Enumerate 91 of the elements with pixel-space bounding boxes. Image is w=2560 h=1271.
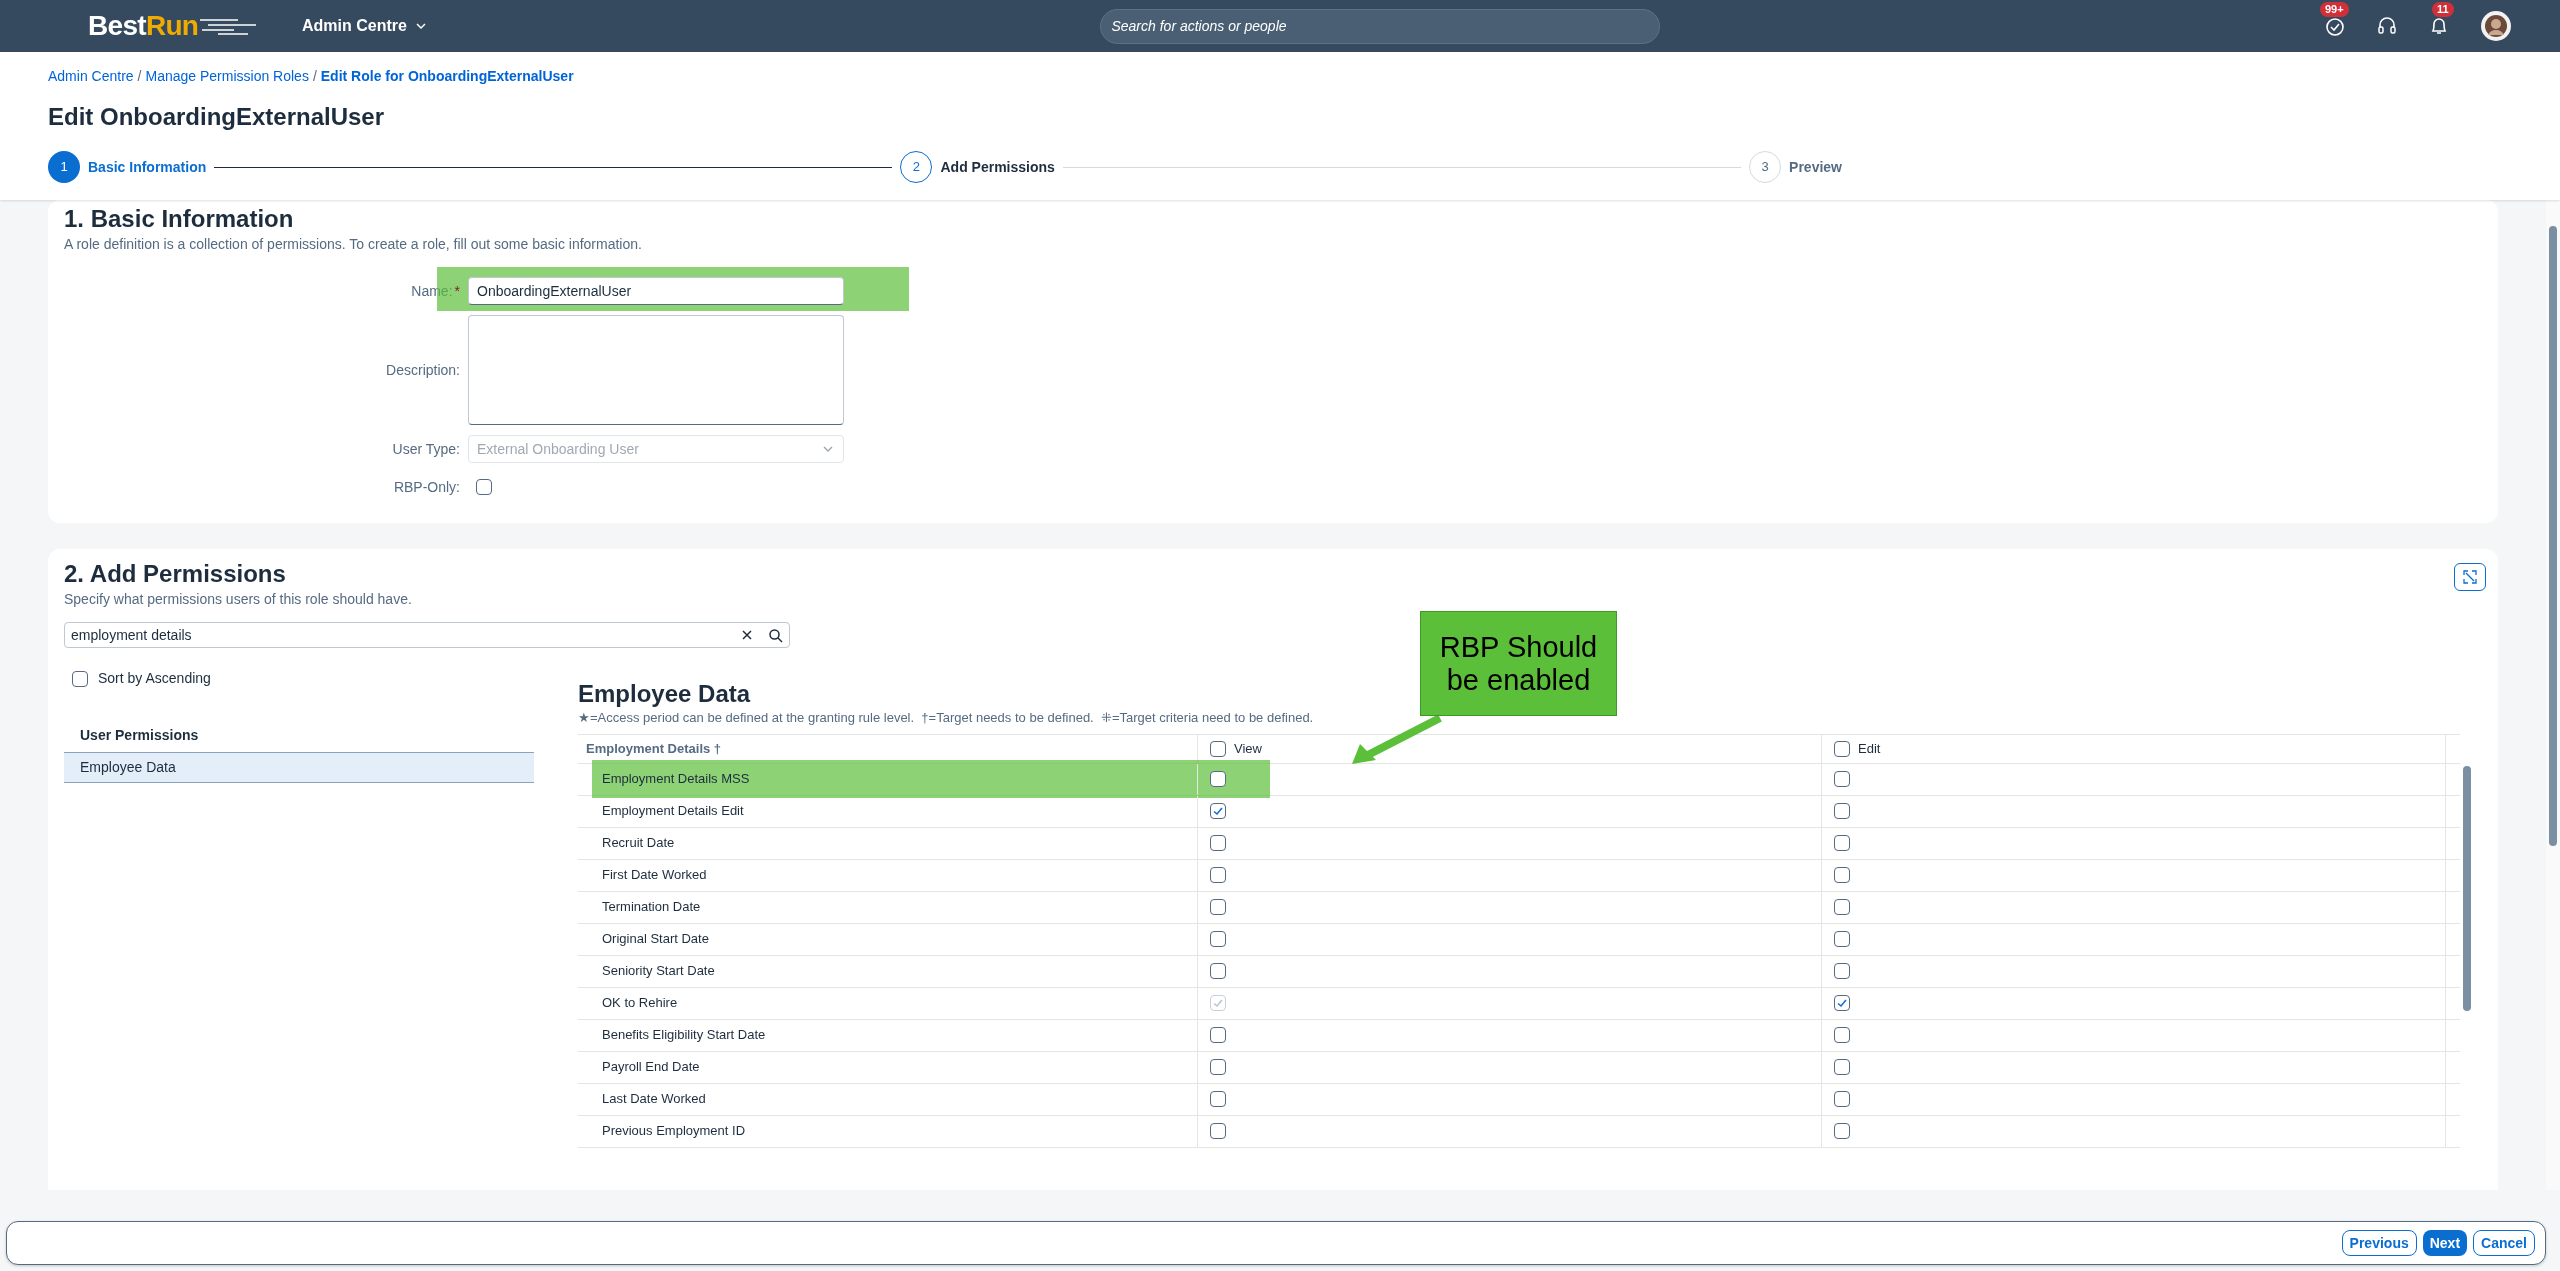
field-label: Description: (386, 360, 460, 380)
checkbox[interactable] (1834, 931, 1850, 947)
breadcrumb-separator: / (312, 67, 317, 86)
row-label: First Date Worked (602, 866, 707, 885)
callout-box: RBP Should be enabled (1420, 611, 1617, 716)
checkbox[interactable] (1834, 867, 1850, 883)
checkbox[interactable] (1210, 899, 1226, 915)
breadcrumb-link[interactable]: Admin Centre (48, 66, 134, 87)
row-label: Last Date Worked (602, 1090, 706, 1109)
admin-centre-menu[interactable]: Admin Centre (302, 14, 427, 38)
checkbox[interactable] (1210, 1123, 1226, 1139)
checkbox[interactable] (1210, 835, 1226, 851)
step-number: 2 (900, 151, 933, 183)
panel-title: Employee Data (578, 680, 752, 708)
checkbox[interactable] (1210, 963, 1226, 979)
column-header: Edit (1858, 739, 1881, 758)
permission-list-item[interactable]: Employee Data (64, 753, 534, 783)
checkbox[interactable] (1834, 995, 1850, 1011)
notification-badge: 11 (2432, 2, 2454, 17)
section-heading: 1. Basic Information (64, 204, 295, 234)
checkbox[interactable] (1210, 1027, 1226, 1043)
secondary-button[interactable]: Cancel (2473, 1230, 2535, 1256)
clear-icon[interactable] (740, 628, 754, 642)
check-circle-icon[interactable] (2324, 15, 2346, 37)
checkbox[interactable] (1210, 771, 1226, 787)
chevron-down-icon (414, 20, 427, 32)
required-mark: * (454, 284, 460, 298)
breadcrumb-separator: / (137, 67, 142, 86)
checkbox[interactable] (1834, 1027, 1850, 1043)
row-label: Benefits Eligibility Start Date (602, 1026, 766, 1045)
check-icon (1836, 997, 1848, 1009)
checkbox[interactable] (1210, 867, 1226, 883)
checkbox[interactable] (1210, 1059, 1226, 1075)
row-label: Employment Details MSS (602, 770, 750, 789)
select-all-checkbox[interactable] (1834, 740, 1850, 757)
sort-checkbox[interactable] (72, 670, 88, 687)
check-icon (1212, 805, 1224, 817)
field-label: User Type: (392, 439, 460, 459)
wizard-step[interactable]: 3 Preview (1749, 151, 1842, 183)
expand-icon (2462, 569, 2478, 585)
page-title: Edit OnboardingExternalUser (48, 102, 386, 132)
checkbox[interactable] (1210, 803, 1226, 819)
checkbox[interactable] (1210, 931, 1226, 947)
headset-icon[interactable] (2376, 15, 2398, 37)
checkbox[interactable] (1834, 899, 1850, 915)
field-label: RBP-Only: (393, 477, 460, 497)
select-all-checkbox[interactable] (1210, 740, 1226, 757)
row-label: Original Start Date (602, 930, 709, 949)
primary-button[interactable]: Next (2422, 1230, 2468, 1256)
notification-badge: 99+ (2320, 2, 2349, 17)
row-label: Employment Details Edit (602, 802, 744, 821)
fullscreen-button[interactable] (2454, 563, 2486, 591)
wizard-step[interactable]: 1 Basic Information (48, 151, 207, 183)
checkbox[interactable] (1834, 835, 1850, 851)
checkbox[interactable] (1834, 803, 1850, 819)
name-field[interactable]: OnboardingExternalUser (468, 277, 844, 305)
row-label: Payroll End Date (602, 1058, 700, 1077)
search-field[interactable]: Search for actions or people (1100, 8, 1661, 44)
breadcrumb-link[interactable]: Manage Permission Roles (145, 66, 309, 87)
step-number: 3 (1749, 151, 1782, 183)
description-field[interactable] (468, 315, 844, 425)
step-number: 1 (48, 151, 80, 183)
row-label: Seniority Start Date (602, 962, 715, 981)
section-heading: 2. Add Permissions (64, 559, 287, 589)
wizard-step[interactable]: 2 Add Permissions (900, 151, 1055, 183)
section-description: A role definition is a collection of permissions. To create a role, fill out some basic information. (64, 235, 643, 254)
row-label: Recruit Date (602, 834, 675, 853)
avatar[interactable] (2480, 10, 2512, 42)
breadcrumb-link[interactable]: Edit Role for OnboardingExternalUser (320, 66, 574, 87)
check-icon (1212, 997, 1224, 1009)
logo[interactable]: BestRun (88, 5, 302, 47)
row-label: Previous Employment ID (602, 1122, 746, 1141)
rbp-only-checkbox[interactable] (476, 479, 492, 495)
checkbox[interactable] (1834, 963, 1850, 979)
column-header: View (1234, 739, 1262, 758)
search-icon[interactable] (768, 627, 783, 643)
checkbox-label: Sort by Ascending (98, 669, 211, 688)
checkbox[interactable] (1834, 1123, 1850, 1139)
checkbox[interactable] (1210, 1091, 1226, 1107)
checkbox[interactable] (1834, 771, 1850, 787)
legend-text: ★=Access period can be defined at the granting rule level. †=Target needs to be defined. ⁜=Target criteria need to be defined. (578, 709, 1315, 727)
secondary-button[interactable]: Previous (2341, 1230, 2417, 1256)
speed-lines-icon (198, 16, 259, 36)
section-description: Specify what permissions users of this role should have. (64, 590, 412, 609)
row-label: OK to Rehire (602, 994, 678, 1013)
page-scrollbar-thumb[interactable] (2549, 226, 2557, 846)
row-label: Termination Date (602, 898, 701, 917)
checkbox[interactable] (1834, 1059, 1850, 1075)
permission-search-field[interactable]: employment details (64, 622, 790, 648)
checkbox[interactable] (1834, 1091, 1850, 1107)
scrollbar-thumb[interactable] (2463, 765, 2471, 1011)
